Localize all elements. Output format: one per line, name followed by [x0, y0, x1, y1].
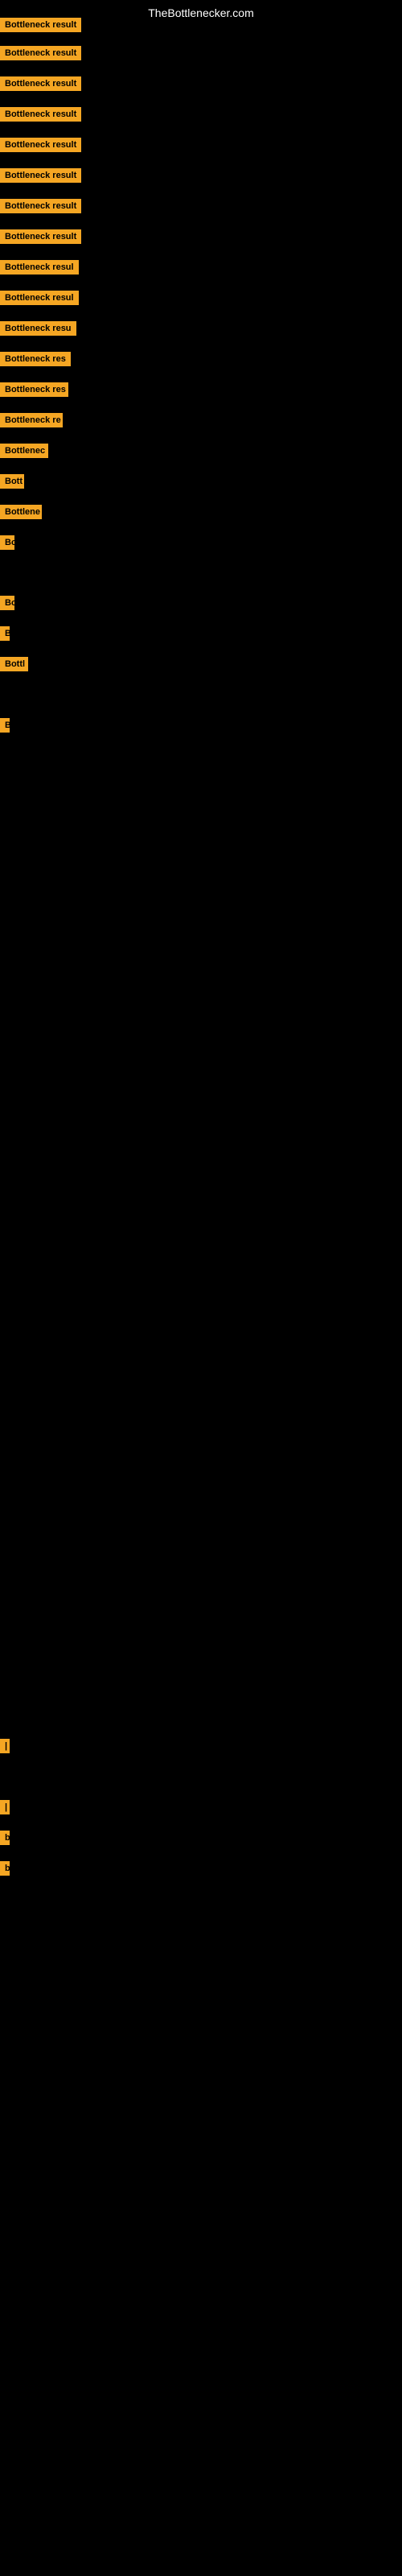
bottleneck-badge-container: Bottleneck result — [0, 18, 81, 36]
bottleneck-result-badge[interactable]: B — [0, 718, 10, 733]
bottleneck-badge-container: Bottleneck result — [0, 229, 81, 248]
bottleneck-result-badge[interactable]: Bottleneck result — [0, 46, 81, 60]
bottleneck-result-badge[interactable]: Bottleneck result — [0, 229, 81, 244]
bottleneck-result-badge[interactable]: Bottleneck res — [0, 352, 71, 366]
bottleneck-badge-container: | — [0, 1800, 5, 1818]
bottleneck-result-badge[interactable]: Bottleneck resul — [0, 291, 79, 305]
bottleneck-result-badge[interactable]: | — [0, 1739, 10, 1753]
bottleneck-result-badge[interactable]: Bottleneck result — [0, 168, 81, 183]
bottleneck-badge-container: Bottleneck res — [0, 382, 68, 401]
bottleneck-badge-container: Bottleneck result — [0, 107, 81, 126]
bottleneck-result-badge[interactable]: Bo — [0, 596, 14, 610]
bottleneck-badge-container: B — [0, 626, 10, 645]
bottleneck-result-badge[interactable]: Bott — [0, 474, 24, 489]
bottleneck-result-badge[interactable]: Bo — [0, 535, 14, 550]
bottleneck-badge-container: Bottleneck result — [0, 138, 81, 156]
bottleneck-result-badge[interactable]: Bottlenec — [0, 444, 48, 458]
bottleneck-result-badge[interactable]: Bottlene — [0, 505, 42, 519]
bottleneck-result-badge[interactable]: | — [0, 1800, 10, 1814]
bottleneck-result-badge[interactable]: Bottleneck re — [0, 413, 63, 427]
bottleneck-result-badge[interactable]: Bottleneck result — [0, 18, 81, 32]
bottleneck-badge-container: Bottleneck re — [0, 413, 63, 431]
bottleneck-badge-container: b — [0, 1831, 8, 1849]
bottleneck-result-badge[interactable]: Bottleneck resu — [0, 321, 76, 336]
bottleneck-badge-container: Bottl — [0, 657, 28, 675]
bottleneck-badge-container: Bottlenec — [0, 444, 48, 462]
bottleneck-badge-container: Bottlene — [0, 505, 42, 523]
bottleneck-badge-container: Bo — [0, 535, 14, 554]
bottleneck-badge-container: Bott — [0, 474, 24, 493]
bottleneck-badge-container: Bottleneck resul — [0, 260, 79, 279]
bottleneck-badge-container: b — [0, 1861, 8, 1880]
bottleneck-result-badge[interactable]: Bottleneck resul — [0, 260, 79, 275]
bottleneck-badge-container: Bottleneck result — [0, 46, 81, 64]
bottleneck-badge-container: Bottleneck resul — [0, 291, 79, 309]
bottleneck-result-badge[interactable]: Bottleneck res — [0, 382, 68, 397]
bottleneck-result-badge[interactable]: Bottleneck result — [0, 199, 81, 213]
bottleneck-badge-container: Bottleneck result — [0, 168, 81, 187]
bottleneck-badge-container: Bottleneck result — [0, 76, 81, 95]
bottleneck-result-badge[interactable]: Bottleneck result — [0, 76, 81, 91]
bottleneck-badge-container: Bo — [0, 596, 14, 614]
bottleneck-badge-container: Bottleneck res — [0, 352, 71, 370]
bottleneck-result-badge[interactable]: b — [0, 1861, 10, 1876]
bottleneck-badge-container: Bottleneck result — [0, 199, 81, 217]
bottleneck-badge-container: | — [0, 1739, 5, 1757]
bottleneck-badge-container: B — [0, 718, 10, 737]
bottleneck-result-badge[interactable]: Bottleneck result — [0, 107, 81, 122]
bottleneck-badge-container: Bottleneck resu — [0, 321, 76, 340]
bottleneck-result-badge[interactable]: Bottl — [0, 657, 28, 671]
bottleneck-result-badge[interactable]: B — [0, 626, 10, 641]
bottleneck-result-badge[interactable]: Bottleneck result — [0, 138, 81, 152]
bottleneck-result-badge[interactable]: b — [0, 1831, 10, 1845]
